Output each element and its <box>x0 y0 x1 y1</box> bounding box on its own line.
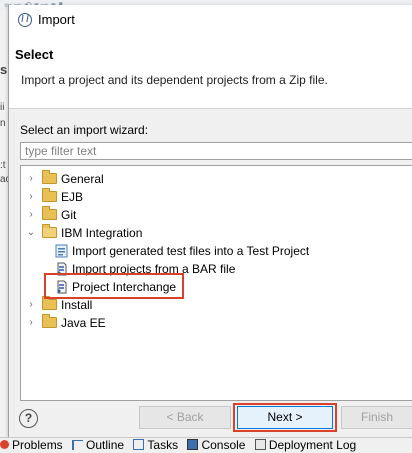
wizard-header: Select Import a project and its dependen… <box>9 33 412 109</box>
tree-item-label: Git <box>61 208 77 222</box>
tree-item-label: Import generated test files into a Test … <box>72 244 310 258</box>
tab-console[interactable]: Console <box>187 438 245 452</box>
test-import-icon <box>55 244 68 258</box>
next-button[interactable]: Next > <box>237 406 333 429</box>
tree-item-label: General <box>61 172 104 186</box>
tree-item-ejb[interactable]: › EJB <box>26 188 83 206</box>
tree-item-java-ee[interactable]: › Java EE <box>26 314 106 332</box>
chevron-down-icon[interactable]: ⌄ <box>26 224 36 242</box>
tree-item-label: Install <box>61 298 93 312</box>
tab-outline[interactable]: Outline <box>72 438 124 452</box>
outline-icon <box>72 439 84 450</box>
folder-open-icon <box>42 224 57 239</box>
eclipse-icon <box>18 13 32 27</box>
tree-item-label: IBM Integration <box>61 226 143 240</box>
page-title: Select <box>15 47 54 62</box>
wizard-body: Select an import wizard: › General › EJB ›… <box>9 109 412 437</box>
chevron-right-icon[interactable]: › <box>26 296 36 314</box>
tree-item-label: EJB <box>61 190 84 204</box>
chevron-right-icon[interactable]: › <box>26 206 36 224</box>
folder-icon <box>42 188 57 203</box>
help-button[interactable]: ? <box>19 409 38 428</box>
tab-problems[interactable]: Problems <box>0 438 63 452</box>
tree-item-general[interactable]: › General <box>26 170 104 188</box>
deployment-log-icon <box>254 439 266 451</box>
page-description: Import a project and its dependent proje… <box>21 73 328 87</box>
chevron-right-icon[interactable]: › <box>26 314 36 332</box>
tree-item-import-test-files[interactable]: Import generated test files into a Test … <box>55 242 309 260</box>
folder-icon <box>42 314 57 329</box>
problems-icon <box>0 440 9 450</box>
folder-icon <box>42 170 57 185</box>
folder-icon <box>42 206 57 221</box>
filter-input[interactable] <box>20 142 412 160</box>
dialog-titlebar: Import <box>9 5 412 33</box>
tab-deployment-log[interactable]: Deployment Log <box>254 438 356 452</box>
tree-item-ibm-integration[interactable]: ⌄ IBM Integration <box>26 224 142 242</box>
tree-item-label: Java EE <box>61 316 106 330</box>
tasks-icon <box>133 439 145 451</box>
wizard-label: Select an import wizard: <box>20 123 149 137</box>
back-button[interactable]: < Back <box>139 406 231 429</box>
import-dialog: Import Select Import a project and its d… <box>8 5 412 437</box>
highlight-project-interchange <box>44 273 184 299</box>
tree-item-git[interactable]: › Git <box>26 206 76 224</box>
dialog-title: Import <box>38 12 75 27</box>
workbench-view-tabs: Problems Outline Tasks Console Deploymen… <box>0 437 412 453</box>
folder-icon <box>42 296 57 311</box>
tab-tasks[interactable]: Tasks <box>133 438 178 452</box>
finish-button[interactable]: Finish <box>341 406 412 429</box>
chevron-right-icon[interactable]: › <box>26 170 36 188</box>
chevron-right-icon[interactable]: › <box>26 188 36 206</box>
console-icon <box>187 439 199 451</box>
